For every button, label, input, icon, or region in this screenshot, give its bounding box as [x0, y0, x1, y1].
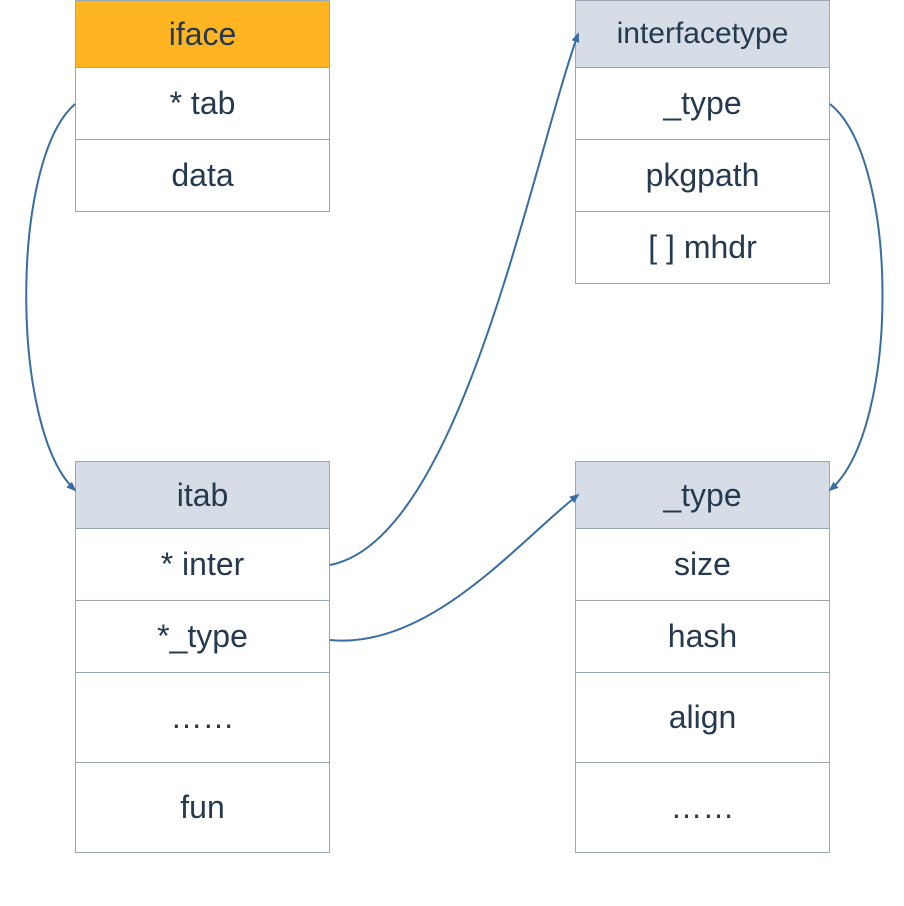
diagram-canvas: iface * tab data interfacetype _type pkg…	[0, 0, 904, 906]
struct-type: _type size hash align ……	[575, 461, 830, 853]
struct-type-field: ……	[575, 763, 830, 853]
arrow-type-to-type	[330, 495, 578, 641]
struct-interfacetype-header: interfacetype	[575, 0, 830, 68]
struct-itab-field: *_type	[75, 601, 330, 673]
struct-itab-field: fun	[75, 763, 330, 853]
struct-iface-field: * tab	[75, 68, 330, 140]
arrow-tab-to-itab	[26, 104, 75, 490]
struct-interfacetype-field: pkgpath	[575, 140, 830, 212]
struct-interfacetype: interfacetype _type pkgpath [ ] mhdr	[575, 0, 830, 284]
struct-itab-header: itab	[75, 461, 330, 529]
struct-type-header: _type	[575, 461, 830, 529]
struct-interfacetype-field: _type	[575, 68, 830, 140]
struct-iface-header: iface	[75, 0, 330, 68]
struct-interfacetype-field: [ ] mhdr	[575, 212, 830, 284]
struct-itab-field: ……	[75, 673, 330, 763]
struct-itab-field: * inter	[75, 529, 330, 601]
arrow-inter-to-interfacetype	[330, 34, 578, 565]
struct-type-field: align	[575, 673, 830, 763]
struct-type-field: hash	[575, 601, 830, 673]
struct-itab: itab * inter *_type …… fun	[75, 461, 330, 853]
struct-iface: iface * tab data	[75, 0, 330, 212]
struct-type-field: size	[575, 529, 830, 601]
struct-iface-field: data	[75, 140, 330, 212]
arrow-interfacetype-to-type	[830, 104, 883, 490]
